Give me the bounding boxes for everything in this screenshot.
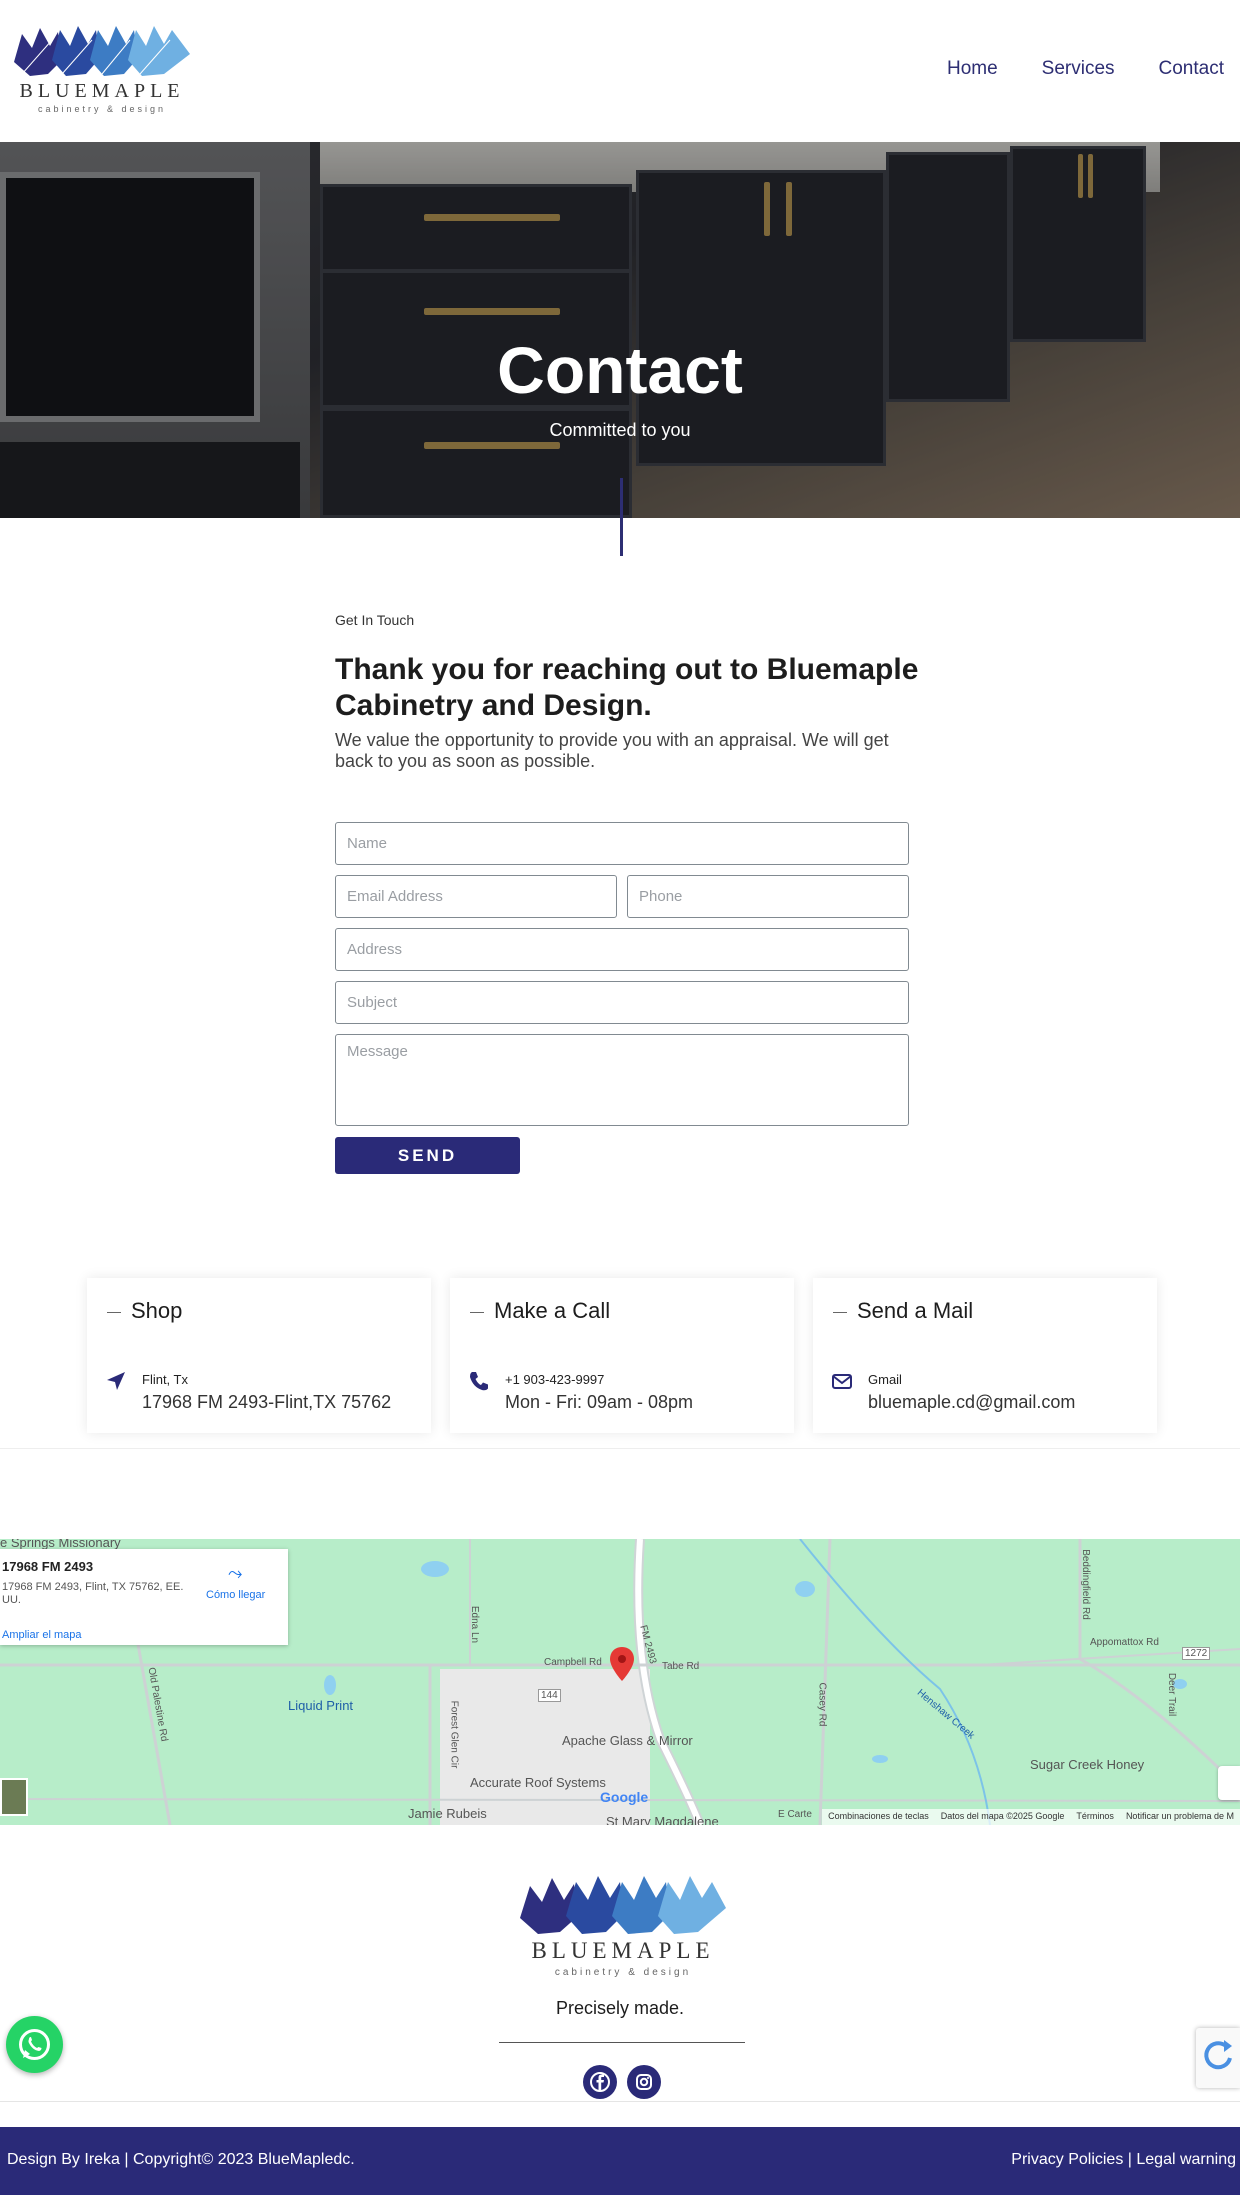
facebook-icon[interactable] [583,2065,617,2099]
brand-name: BLUEMAPLE [531,1938,715,1963]
street-view-thumbnail[interactable] [0,1778,28,1816]
map-card-address: 17968 FM 2493, Flint, TX 75762, EE. UU. [2,1581,184,1606]
map-road-label: Casey Rd [816,1682,828,1727]
subject-field[interactable] [335,981,909,1024]
brand-name: BLUEMAPLE [19,80,185,102]
page: BLUEMAPLE cabinetry & design Home Servic… [0,0,1240,2195]
card-small: Gmail [868,1372,902,1387]
map-road-label: E Carte [778,1809,812,1820]
location-arrow-icon [107,1372,125,1390]
main-nav: Home Services Contact [947,58,1224,80]
maple-leaves-icon [14,26,190,76]
footer-tagline: Precisely made. [555,1998,685,2018]
map-road-label: Forest Glen Cir [448,1700,460,1769]
map-place-label: Accurate Roof Systems [470,1775,606,1790]
mail-card: Send a Mail Gmail bluemaple.cd@gmail.com [813,1278,1157,1433]
map-place-label: Apache Glass & Mirror [562,1733,693,1748]
card-dash [107,1312,121,1313]
map-road-label: Appomattox Rd [1090,1637,1159,1648]
card-dash [833,1312,847,1313]
phone-icon [470,1372,488,1391]
map-road-label: Campbell Rd [544,1657,602,1668]
map-terms-link[interactable]: Términos [1076,1811,1114,1823]
name-field[interactable] [335,822,909,865]
footer-logo[interactable]: BLUEMAPLE cabinetry & design [518,1874,728,1984]
hero-subtitle: Committed to you [549,420,691,440]
nav-home[interactable]: Home [947,58,998,80]
map-place-label: Liquid Print [288,1698,354,1713]
card-small: Flint, Tx [142,1372,188,1387]
card-title: Send a Mail [857,1298,974,1323]
map-keyboard-shortcuts[interactable]: Combinaciones de teclas [828,1811,929,1823]
nav-contact[interactable]: Contact [1159,58,1224,80]
card-dash [470,1312,484,1313]
nav-services[interactable]: Services [1042,58,1115,80]
address-field[interactable] [335,928,909,971]
section-separator [0,1448,1240,1449]
shop-card: Shop Flint, Tx 17968 FM 2493-Flint,TX 75… [87,1278,431,1433]
map-place-label: Sugar Creek Honey [1030,1757,1145,1772]
footer-rule [499,2042,745,2043]
legal-links[interactable]: Privacy Policies | Legal warning [1011,2151,1236,2169]
copyright-text: Design By Ireka | Copyright© 2023 BlueMa… [7,2151,355,2168]
map-report-link[interactable]: Notificar un problema de M [1126,1811,1234,1823]
message-field[interactable] [335,1034,909,1126]
brand-tagline: cabinetry & design [554,1967,692,1978]
footer-separator [0,2101,1240,2102]
map-info-card: 17968 FM 2493 17968 FM 2493, Flint, TX 7… [0,1549,288,1645]
phone-number[interactable]: +1 903-423-9997 [505,1372,604,1387]
recaptcha-badge[interactable] [1196,2028,1240,2088]
google-logo: Google [600,1789,649,1805]
map-road-label: Tabe Rd [662,1661,700,1672]
card-detail: Mon - Fri: 09am - 08pm [505,1392,694,1412]
map-route-shield: 1272 [1182,1647,1211,1660]
map-place-label: Jamie Rubeis [408,1806,487,1821]
email-link[interactable]: bluemaple.cd@gmail.com [868,1392,1075,1413]
map-road-label: Deer Trail [1166,1672,1178,1717]
brand-logo[interactable]: BLUEMAPLE cabinetry & design [12,24,192,120]
call-card: Make a Call +1 903-423-9997 Mon - Fri: 0… [450,1278,794,1433]
map-attribution: Combinaciones de teclas Datos del mapa ©… [822,1809,1240,1825]
maple-leaves-icon [520,1876,726,1934]
card-detail: 17968 FM 2493-Flint,TX 75762 [142,1392,392,1412]
section-lead: We value the opportunity to provide you … [335,730,889,771]
card-title: Shop [131,1298,183,1323]
map-route-shield: 144 [538,1689,561,1702]
hero-banner: Contact Committed to you [0,142,1240,518]
directions-link[interactable]: Cómo llegar [206,1589,265,1601]
map-data-credit: Datos del mapa ©2025 Google [940,1811,1065,1821]
location-map[interactable]: e Springs Missionary Liquid Print Apache… [0,1539,1240,1825]
section-headline: Thank you for reaching out to Bluemaple … [335,653,919,722]
card-title: Make a Call [494,1298,611,1323]
enlarge-map-link[interactable]: Ampliar el mapa [2,1629,81,1641]
site-header: BLUEMAPLE cabinetry & design Home Servic… [0,0,1240,142]
page-title: Contact [497,333,743,407]
map-card-title: 17968 FM 2493 [2,1559,94,1574]
bottom-bar: Design By Ireka | Copyright© 2023 BlueMa… [0,2127,1240,2195]
section-eyebrow: Get In Touch [335,612,415,628]
instagram-icon[interactable] [627,2065,661,2099]
map-zoom-control[interactable] [1218,1766,1240,1800]
send-button[interactable]: SEND [335,1137,520,1174]
phone-field[interactable] [627,875,909,918]
directions-icon[interactable]: ⤳ [228,1563,242,1584]
map-pin-icon[interactable] [610,1647,634,1681]
map-place-label: St Mary Magdalene [606,1814,719,1825]
hero-overlay [0,142,1240,518]
envelope-icon [832,1374,852,1389]
brand-tagline: cabinetry & design [37,104,167,114]
whatsapp-icon[interactable] [6,2016,63,2073]
section-divider [620,478,623,556]
email-field[interactable] [335,875,617,918]
map-road-label: Beddingfield Rd [1079,1549,1091,1620]
map-road-label: Edna Ln [469,1605,481,1644]
